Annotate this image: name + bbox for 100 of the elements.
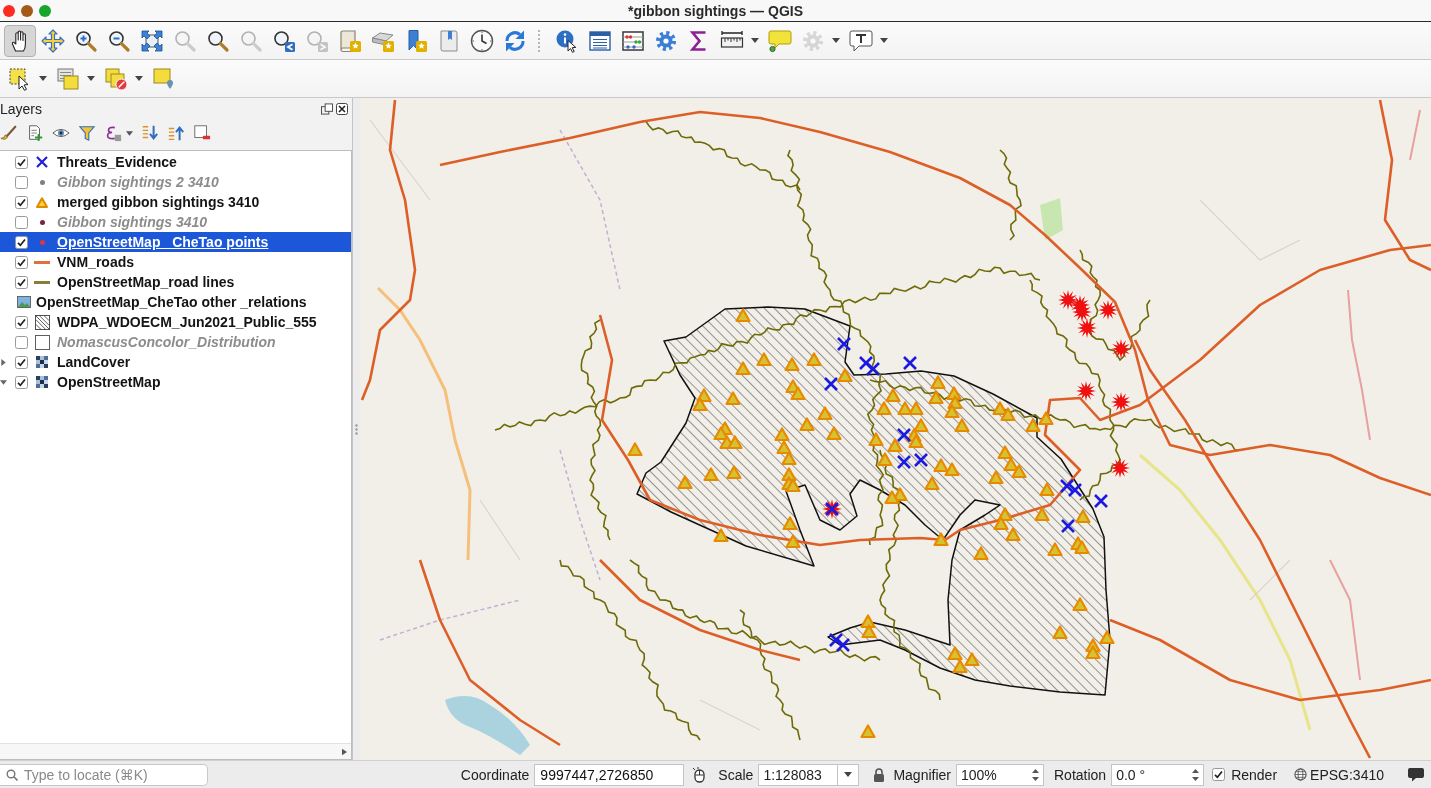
grip-icon[interactable]: [355, 423, 358, 435]
triangle-marker: [860, 614, 876, 629]
triangle-marker: [1011, 464, 1027, 479]
caret-icon[interactable]: [844, 772, 853, 777]
layer-row[interactable]: WDPA_WDOECM_Jun2021_Public_555: [0, 312, 351, 332]
filter-icon[interactable]: [78, 124, 96, 142]
triangle-marker: [952, 659, 968, 674]
layer-row[interactable]: Threats_Evidence: [0, 152, 351, 172]
triangle-marker: [933, 532, 949, 547]
close-button[interactable]: [3, 4, 15, 17]
info-cursor-icon: [555, 28, 579, 53]
bookmark-icon: [437, 28, 461, 53]
zoom-button[interactable]: [39, 4, 51, 17]
rotation-label: Rotation: [1054, 766, 1107, 783]
triangle-marker: [1034, 507, 1050, 522]
triangle-marker: [908, 434, 924, 449]
layer-name: OpenStreetMap_road lines: [57, 274, 235, 290]
layer-name: NomascusConcolor_Distribution: [57, 334, 276, 350]
epsilon-icon[interactable]: [104, 124, 122, 142]
layer-checkbox[interactable]: [15, 315, 28, 329]
squares-no-entry-icon: [104, 66, 128, 91]
triangle-marker: [756, 352, 772, 367]
down-arrow-icon[interactable]: [141, 124, 159, 142]
caret-icon[interactable]: [87, 76, 95, 81]
layer-checkbox[interactable]: [15, 235, 28, 249]
triangle-marker: [1074, 540, 1090, 555]
triangle-marker: [988, 470, 1004, 485]
layer-checkbox[interactable]: [15, 355, 28, 369]
caret-down-icon[interactable]: [0, 378, 7, 386]
right-arrow-icon[interactable]: [342, 747, 347, 756]
layer-row[interactable]: OpenStreetMap_CheTao other _relations: [0, 292, 351, 312]
table-icon: [588, 28, 612, 53]
square-minus-icon[interactable]: [193, 124, 211, 142]
panel-title: Layers: [0, 101, 43, 117]
spin-arrows-icon[interactable]: [1192, 767, 1200, 782]
triangle-marker: [776, 440, 792, 455]
move-arrows-icon: [41, 28, 65, 53]
render-checkbox[interactable]: [1212, 768, 1226, 781]
triangle-marker: [887, 438, 903, 453]
layer-checkbox[interactable]: [15, 255, 28, 269]
layer-checkbox[interactable]: [15, 155, 28, 169]
triangle-marker: [1047, 542, 1063, 557]
layer-checkbox[interactable]: [15, 335, 28, 349]
cross-marker: [865, 361, 881, 377]
triangle-marker: [1072, 597, 1088, 612]
layer-row[interactable]: merged gibbon sightings 3410: [0, 192, 351, 212]
tool-button[interactable]: [4, 24, 36, 57]
caret-icon[interactable]: [751, 38, 759, 43]
layer-row[interactable]: OpenStreetMap: [0, 372, 351, 392]
horizontal-scrollbar[interactable]: [0, 743, 351, 759]
star-marker: [1076, 381, 1096, 401]
cross-marker: [823, 376, 839, 392]
scale-combo[interactable]: 1:128083: [758, 763, 860, 786]
cross-marker: [902, 355, 918, 371]
layer-checkbox[interactable]: [15, 175, 28, 189]
lock-icon[interactable]: [873, 767, 886, 782]
triangle-marker: [997, 445, 1013, 460]
triangle-marker: [954, 418, 970, 433]
checker-grid-icon: [36, 356, 48, 368]
triangle-marker: [1052, 625, 1068, 640]
triangle-marker: [735, 361, 751, 376]
locate-field[interactable]: Type to locate (⌘K): [0, 763, 208, 786]
close-icon[interactable]: [336, 103, 348, 115]
layer-row[interactable]: VNM_roads: [0, 252, 351, 272]
brush-icon[interactable]: [0, 124, 18, 142]
spin-arrows-icon[interactable]: [1032, 767, 1039, 782]
layer-row[interactable]: OpenStreetMap_ CheTao points: [0, 232, 351, 252]
caret-icon[interactable]: [880, 38, 888, 43]
up-arrow-icon[interactable]: [167, 124, 185, 142]
mouse-icon[interactable]: [692, 766, 707, 783]
caret-right-icon[interactable]: [0, 358, 7, 366]
minimize-button[interactable]: [21, 4, 33, 17]
triangle-marker: [861, 624, 877, 639]
triangle-marker: [837, 368, 853, 383]
cross-marker: [1067, 482, 1083, 498]
crs-button[interactable]: EPSG:3410: [1294, 766, 1384, 783]
caret-icon[interactable]: [135, 76, 143, 81]
cross-marker: [913, 452, 929, 468]
document-plus-icon[interactable]: [26, 124, 44, 142]
abacus-icon: [621, 28, 645, 53]
magnifier-spinbox[interactable]: 100%: [956, 763, 1044, 786]
triangle-marker: [993, 516, 1009, 531]
layer-checkbox[interactable]: [15, 195, 28, 209]
gear-icon: [654, 28, 678, 53]
layer-row[interactable]: LandCover: [0, 352, 351, 372]
triangle-marker: [973, 546, 989, 561]
float-icon[interactable]: [321, 103, 333, 115]
triangle-marker: [876, 401, 892, 416]
layer-row[interactable]: OpenStreetMap_road lines: [0, 272, 351, 292]
rotation-spinbox[interactable]: 0.0 °: [1111, 763, 1205, 786]
triangle-marker: [930, 375, 946, 390]
layer-checkbox[interactable]: [15, 275, 28, 289]
park-area: [1040, 198, 1063, 240]
caret-icon[interactable]: [126, 130, 133, 136]
coordinate-field[interactable]: 9997447,2726850: [534, 763, 685, 786]
layer-checkbox[interactable]: [15, 215, 28, 229]
magnifier-icon: [173, 28, 197, 53]
layer-checkbox[interactable]: [15, 375, 28, 389]
message-icon[interactable]: [1408, 767, 1424, 782]
caret-icon[interactable]: [39, 76, 47, 81]
